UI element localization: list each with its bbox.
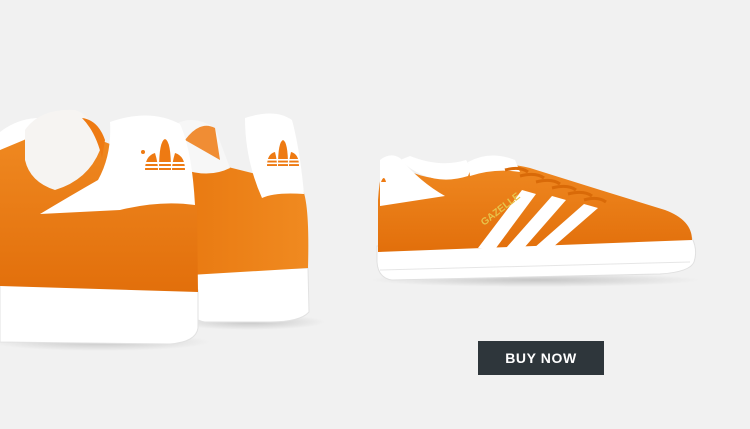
product-banner: GAZELLE BUY NOW (0, 0, 750, 429)
product-photo: GAZELLE (0, 109, 700, 351)
buy-now-button[interactable]: BUY NOW (478, 341, 604, 375)
sneaker-side-view: GAZELLE (370, 155, 700, 287)
sneaker-back-left (0, 109, 210, 351)
